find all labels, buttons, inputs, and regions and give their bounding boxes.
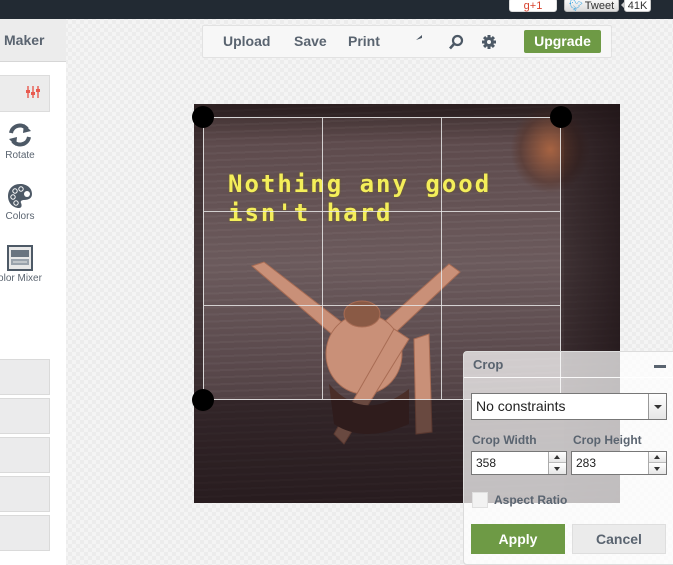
tweet-button[interactable]: 🐦︎ Tweet xyxy=(564,0,619,12)
rotate-icon xyxy=(7,122,33,148)
upload-button[interactable]: Upload xyxy=(223,26,270,57)
crop-width-input[interactable]: 358 xyxy=(471,451,567,475)
constraint-selected: No constraints xyxy=(476,398,566,414)
crop-panel: Crop No constraints Crop Width Crop Heig… xyxy=(463,351,673,565)
panel-divider xyxy=(464,377,673,378)
crop-width-label: Crop Width xyxy=(472,433,537,447)
crop-mask-top xyxy=(194,104,561,117)
crop-height-stepper[interactable] xyxy=(648,452,666,474)
crop-height-value: 283 xyxy=(576,456,597,470)
grid-line-v2 xyxy=(441,118,442,399)
twitter-bird-icon: 🐦︎ xyxy=(568,0,583,12)
decrement-icon[interactable] xyxy=(649,463,666,474)
tweet-count: 41K xyxy=(621,0,651,12)
grid-line-v1 xyxy=(322,118,323,399)
color-mixer-label: olor Mixer xyxy=(0,273,42,284)
google-plus-button[interactable]: g+1 xyxy=(509,0,557,12)
aspect-ratio-label: Aspect Ratio xyxy=(494,493,568,507)
search-icon[interactable] xyxy=(448,34,464,50)
sidebar-block-3[interactable] xyxy=(0,437,50,473)
left-sidebar: Maker Rotate Colors olor Mixer xyxy=(0,19,66,565)
minimize-icon[interactable] xyxy=(654,365,666,368)
grid-line-h2 xyxy=(204,305,560,306)
sidebar-block-1[interactable] xyxy=(0,359,50,395)
rotate-label: Rotate xyxy=(5,150,35,161)
chevron-down-icon xyxy=(648,394,666,419)
apply-button[interactable]: Apply xyxy=(471,524,565,554)
colors-label: Colors xyxy=(5,211,35,222)
increment-icon[interactable] xyxy=(649,452,666,463)
sliders-icon xyxy=(26,86,40,101)
sidebar-title: Maker xyxy=(0,19,66,62)
grid-line-h1 xyxy=(204,211,560,212)
colors-tool[interactable]: Colors xyxy=(0,183,40,222)
crop-handle-top-left[interactable] xyxy=(192,106,214,128)
crop-mask-left xyxy=(194,117,203,400)
sidebar-block-4[interactable] xyxy=(0,476,50,512)
constraint-select[interactable]: No constraints xyxy=(471,393,667,420)
save-button[interactable]: Save xyxy=(294,26,327,57)
top-bar: g+1 🐦︎ Tweet 41K xyxy=(0,0,673,19)
sidebar-block-5[interactable] xyxy=(0,515,50,551)
cancel-button[interactable]: Cancel xyxy=(572,524,666,554)
aspect-ratio-checkbox[interactable] xyxy=(472,492,488,508)
crop-width-stepper[interactable] xyxy=(548,452,566,474)
palette-icon xyxy=(7,183,33,209)
upgrade-button[interactable]: Upgrade xyxy=(524,30,601,53)
main-toolbar: Upload Save Print Upgrade xyxy=(202,25,612,58)
rotate-tool[interactable]: Rotate xyxy=(0,122,40,161)
gear-icon[interactable] xyxy=(481,34,497,50)
crop-handle-top-right[interactable] xyxy=(550,106,572,128)
tweet-label: Tweet xyxy=(584,0,615,12)
increment-icon[interactable] xyxy=(549,452,566,463)
crop-height-label: Crop Height xyxy=(573,433,642,447)
crop-height-input[interactable]: 283 xyxy=(571,451,667,475)
crop-panel-title: Crop xyxy=(473,357,504,372)
decrement-icon[interactable] xyxy=(549,463,566,474)
undo-icon[interactable] xyxy=(415,34,431,50)
crop-width-value: 358 xyxy=(476,456,497,470)
print-button[interactable]: Print xyxy=(348,26,380,57)
crop-handle-bottom-left[interactable] xyxy=(192,389,214,411)
adjustments-button[interactable] xyxy=(0,75,50,112)
sidebar-block-2[interactable] xyxy=(0,398,50,434)
color-mixer-tool[interactable]: olor Mixer xyxy=(0,245,46,284)
color-mixer-icon xyxy=(7,245,33,271)
